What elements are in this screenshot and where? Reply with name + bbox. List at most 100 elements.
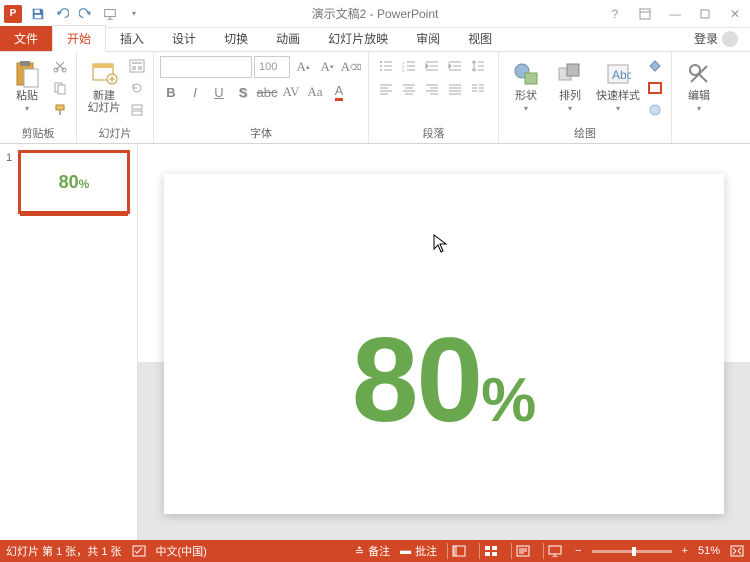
arrange-icon (556, 60, 584, 88)
paste-button[interactable]: 粘贴 ▾ (6, 56, 48, 113)
strikethrough-button[interactable]: abc (256, 81, 278, 103)
comments-button[interactable]: ▬ 批注 (400, 543, 437, 559)
slide-canvas[interactable]: 80% (164, 174, 724, 514)
shape-outline-button[interactable] (645, 78, 665, 98)
arrange-button[interactable]: 排列▾ (549, 56, 591, 113)
font-color-button[interactable]: A (328, 81, 350, 103)
reading-view-button[interactable] (511, 543, 533, 559)
numbering-button[interactable]: 123 (398, 56, 420, 76)
decrease-indent-button[interactable] (421, 56, 443, 76)
help-button[interactable]: ? (600, 2, 630, 26)
tab-file[interactable]: 文件 (0, 26, 52, 51)
avatar-icon (722, 31, 738, 47)
section-button[interactable] (127, 100, 147, 120)
tab-slideshow[interactable]: 幻灯片放映 (314, 26, 402, 51)
italic-button[interactable]: I (184, 81, 206, 103)
increase-font-button[interactable]: A▴ (292, 56, 314, 78)
tab-view[interactable]: 视图 (454, 26, 506, 51)
normal-view-button[interactable] (447, 543, 469, 559)
app-icon: P (4, 5, 22, 23)
line-spacing-button[interactable] (467, 56, 489, 76)
cursor-icon (433, 234, 449, 254)
underline-button[interactable]: U (208, 81, 230, 103)
qat-customize-dropdown[interactable]: ▾ (122, 2, 146, 26)
increase-indent-button[interactable] (444, 56, 466, 76)
group-label-font: 字体 (160, 123, 362, 141)
reset-button[interactable] (127, 78, 147, 98)
sorter-view-button[interactable] (479, 543, 501, 559)
slide-text-content[interactable]: 80% (352, 326, 537, 434)
bold-button[interactable]: B (160, 81, 182, 103)
tab-review[interactable]: 审阅 (402, 26, 454, 51)
font-size-combo[interactable]: 100 (254, 56, 290, 78)
content-area: 1 80% 80% (0, 144, 750, 540)
tab-design[interactable]: 设计 (158, 26, 210, 51)
clear-format-button[interactable]: A⌫ (340, 56, 362, 78)
zoom-thumb[interactable] (632, 547, 636, 556)
char-spacing-button[interactable]: AV (280, 81, 302, 103)
thumbnail-selection-bar (20, 214, 128, 216)
undo-button[interactable] (50, 2, 74, 26)
thumbnail-item-1[interactable]: 1 80% (6, 152, 131, 212)
thumbnail-number: 1 (6, 152, 16, 212)
shapes-icon (512, 60, 540, 88)
bullets-button[interactable] (375, 56, 397, 76)
shape-effects-button[interactable] (645, 100, 665, 120)
slide-editor[interactable]: 80% (138, 144, 750, 540)
columns-button[interactable] (467, 79, 489, 99)
maximize-button[interactable] (690, 2, 720, 26)
font-family-combo[interactable] (160, 56, 252, 78)
editing-button[interactable]: 编辑▾ (678, 56, 720, 113)
change-case-button[interactable]: Aa (304, 81, 326, 103)
notes-button[interactable]: ≛ 备注 (355, 543, 390, 559)
thumbnail-content: 80% (59, 172, 90, 193)
fit-to-window-button[interactable] (730, 545, 744, 557)
sign-in[interactable]: 登录 (682, 26, 750, 51)
save-button[interactable] (26, 2, 50, 26)
spellcheck-status[interactable] (132, 545, 146, 557)
copy-button[interactable] (50, 78, 70, 98)
group-label-drawing: 绘图 (505, 123, 665, 141)
quick-styles-button[interactable]: Abc 快速样式▾ (593, 56, 643, 113)
redo-button[interactable] (74, 2, 98, 26)
start-slideshow-button[interactable] (98, 2, 122, 26)
thumbnail-slide[interactable]: 80% (20, 152, 128, 212)
slideshow-view-button[interactable] (543, 543, 565, 559)
slide-count[interactable]: 幻灯片 第 1 张，共 1 张 (6, 543, 122, 559)
group-label-clipboard: 剪贴板 (6, 123, 70, 141)
zoom-out-button[interactable]: − (575, 545, 581, 557)
justify-button[interactable] (444, 79, 466, 99)
format-painter-button[interactable] (50, 100, 70, 120)
shape-fill-button[interactable] (645, 56, 665, 76)
tab-transitions[interactable]: 切换 (210, 26, 262, 51)
zoom-slider[interactable] (592, 550, 672, 553)
tab-insert[interactable]: 插入 (106, 26, 158, 51)
minimize-button[interactable]: — (660, 2, 690, 26)
chevron-down-icon: ▾ (25, 104, 29, 113)
shapes-button[interactable]: 形状▾ (505, 56, 547, 113)
new-slide-label: 新建 幻灯片 (88, 90, 121, 114)
align-right-button[interactable] (421, 79, 443, 99)
find-icon (685, 60, 713, 88)
ribbon: 粘贴 ▾ 剪贴板 新建 幻灯片 幻灯片 (0, 52, 750, 144)
slide-thumbnail-panel[interactable]: 1 80% (0, 144, 138, 540)
title-bar: P ▾ 演示文稿2 - PowerPoint ? — ✕ (0, 0, 750, 28)
cut-button[interactable] (50, 56, 70, 76)
tab-home[interactable]: 开始 (52, 25, 106, 52)
layout-button[interactable] (127, 56, 147, 76)
close-button[interactable]: ✕ (720, 2, 750, 26)
align-center-button[interactable] (398, 79, 420, 99)
editing-label: 编辑 (688, 90, 710, 102)
zoom-level[interactable]: 51% (698, 545, 720, 557)
group-paragraph: 123 段落 (369, 52, 499, 143)
zoom-in-button[interactable]: + (682, 545, 688, 557)
tab-animations[interactable]: 动画 (262, 26, 314, 51)
new-slide-button[interactable]: 新建 幻灯片 (83, 56, 125, 114)
align-left-button[interactable] (375, 79, 397, 99)
group-editing: 编辑▾ (672, 52, 726, 143)
language-status[interactable]: 中文(中国) (156, 543, 207, 559)
shadow-button[interactable]: S (232, 81, 254, 103)
new-slide-icon (90, 60, 118, 88)
decrease-font-button[interactable]: A▾ (316, 56, 338, 78)
ribbon-options-button[interactable] (630, 2, 660, 26)
